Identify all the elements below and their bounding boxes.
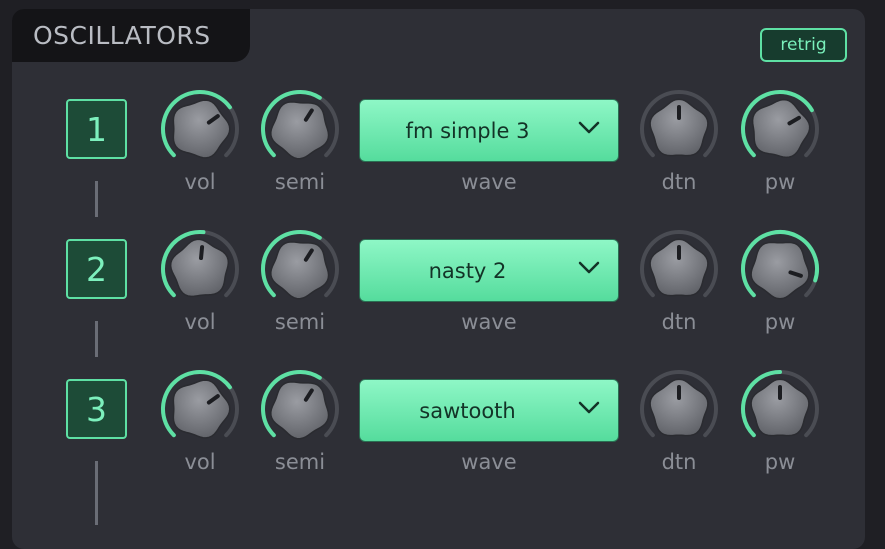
wave-select[interactable]: fm simple 3 [359, 99, 619, 162]
wave-label: wave [461, 310, 517, 334]
pw-knob[interactable] [738, 367, 822, 451]
chevron-down-icon [578, 121, 600, 134]
wave-label: wave [461, 170, 517, 194]
vol-knob[interactable] [158, 87, 242, 171]
osc-number-1[interactable]: 1 [66, 99, 127, 159]
knob-body [172, 99, 231, 159]
knob-body [172, 379, 231, 439]
wave-select[interactable]: nasty 2 [359, 239, 619, 302]
vol-knob[interactable] [158, 367, 242, 451]
wave-select-value: nasty 2 [428, 258, 507, 283]
pw-knob[interactable] [738, 87, 822, 171]
knob-indicator [199, 245, 205, 261]
dtn-knob[interactable] [637, 87, 721, 171]
osc-connector-line [95, 181, 98, 217]
retrig-button[interactable]: retrig [760, 28, 847, 62]
dtn-knob[interactable] [637, 227, 721, 311]
pw-knob[interactable] [738, 227, 822, 311]
panel-title: OSCILLATORS [12, 9, 250, 62]
osc-number-2[interactable]: 2 [66, 239, 127, 299]
dtn-label: dtn [661, 450, 697, 474]
semi-label: semi [274, 310, 326, 334]
semi-label: semi [274, 170, 326, 194]
semi-knob[interactable] [258, 227, 342, 311]
knob-body [751, 98, 811, 159]
pw-label: pw [764, 450, 796, 474]
dtn-label: dtn [661, 310, 697, 334]
vol-knob[interactable] [158, 227, 242, 311]
dtn-knob[interactable] [637, 367, 721, 451]
semi-knob[interactable] [258, 87, 342, 171]
knob-body [270, 101, 330, 160]
knob-body [270, 241, 330, 300]
knob-body [750, 241, 810, 300]
pw-label: pw [764, 310, 796, 334]
osc-connector-line [95, 321, 98, 357]
vol-label: vol [184, 310, 216, 334]
pw-label: pw [764, 170, 796, 194]
wave-select-value: fm simple 3 [405, 118, 530, 143]
vol-label: vol [184, 450, 216, 474]
semi-knob[interactable] [258, 367, 342, 451]
dtn-label: dtn [661, 170, 697, 194]
chevron-down-icon [578, 401, 600, 414]
knob-body [169, 238, 230, 298]
vol-label: vol [184, 170, 216, 194]
wave-label: wave [461, 450, 517, 474]
semi-label: semi [274, 450, 326, 474]
osc-connector-line [95, 461, 98, 525]
osc-number-3[interactable]: 3 [66, 379, 127, 439]
wave-select-value: sawtooth [419, 398, 516, 423]
knob-body [270, 381, 330, 440]
wave-select[interactable]: sawtooth [359, 379, 619, 442]
chevron-down-icon [578, 261, 600, 274]
